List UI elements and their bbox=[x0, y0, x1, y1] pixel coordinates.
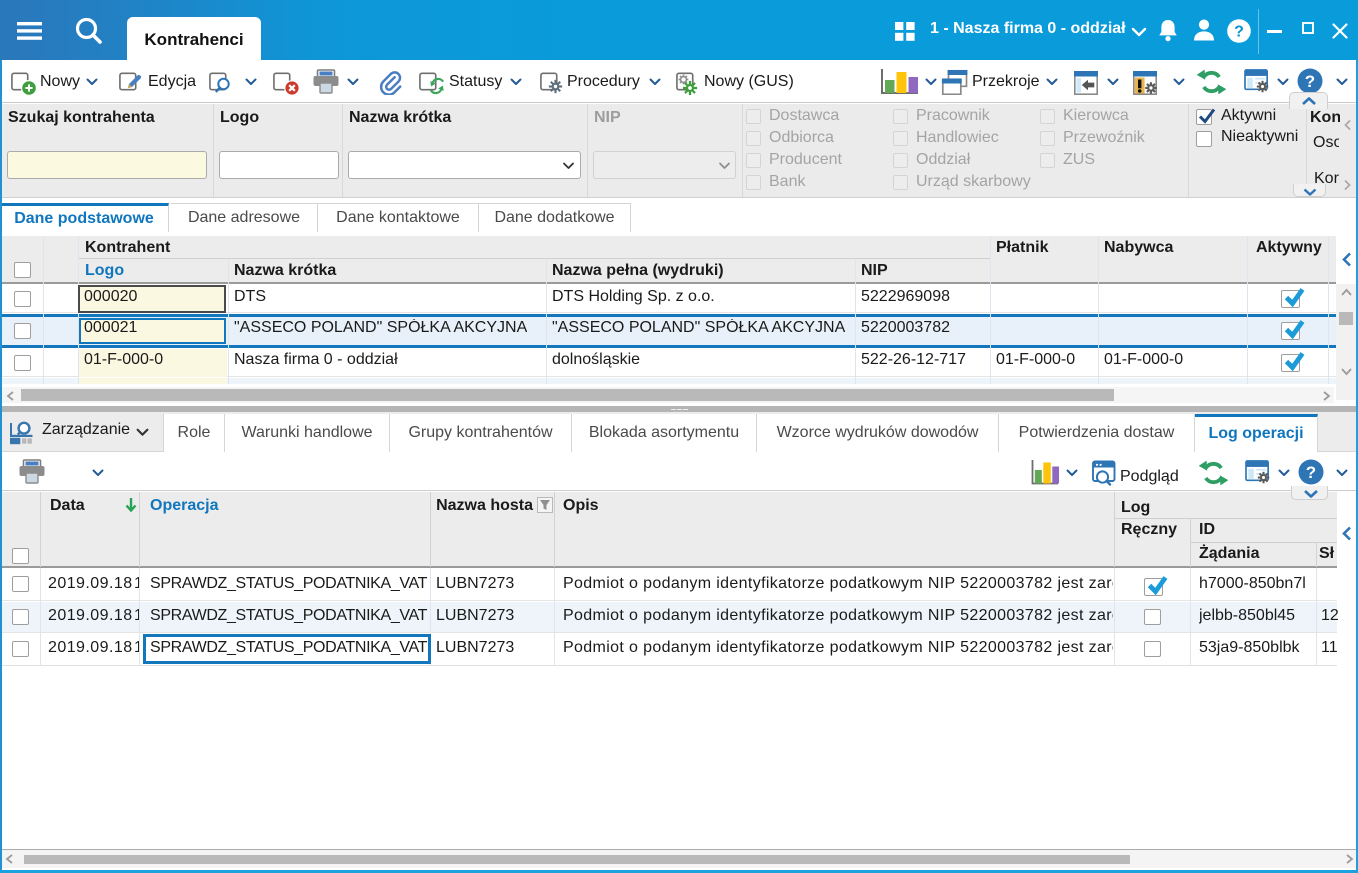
svg-text:?: ? bbox=[1234, 24, 1244, 41]
